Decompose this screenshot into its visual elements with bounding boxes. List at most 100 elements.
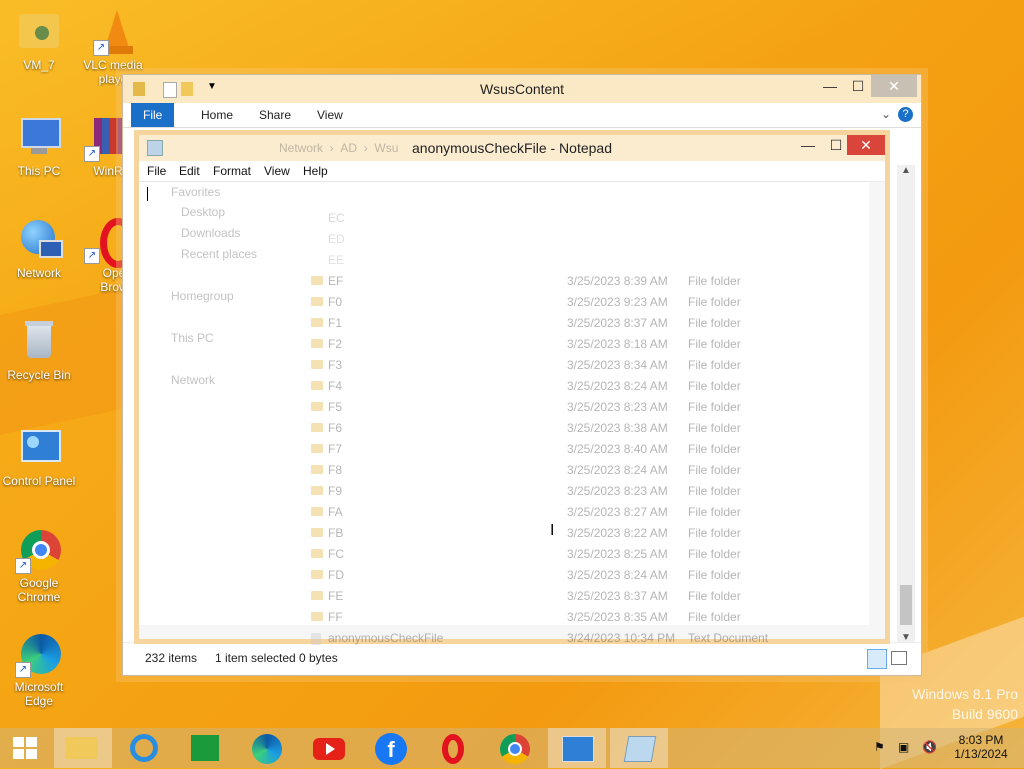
ghost-nav-this-pc: This PC (171, 331, 214, 345)
folder-icon (311, 423, 323, 432)
menu-help[interactable]: Help (303, 164, 328, 178)
folder-icon (311, 570, 323, 579)
folder-icon (311, 444, 323, 453)
desktop-icon-this-pc[interactable]: This PC (0, 114, 78, 178)
desktop-icon-chrome[interactable]: ↗ Google Chrome (0, 526, 78, 604)
ribbon-tab-share[interactable]: Share (247, 103, 303, 127)
folder-icon (311, 507, 323, 516)
ribbon-tabs: File Home Share View ⌄ ? (123, 103, 921, 128)
notepad-window[interactable]: Network › AD › Wsu anonymousCheckFile - … (134, 130, 890, 645)
row-name: FA (328, 505, 343, 519)
explorer-titlebar[interactable]: ▼ WsusContent — ☐ ✕ (123, 75, 921, 103)
taskbar-facebook[interactable]: f (362, 728, 420, 768)
row-name: anonymousCheckFile (328, 631, 444, 645)
notepad-vertical-scrollbar[interactable] (869, 181, 885, 625)
row-name: F0 (328, 295, 343, 309)
explorer-minimize-button[interactable]: — (815, 75, 845, 97)
large-icons-view-button[interactable] (891, 651, 907, 665)
explorer-vertical-scrollbar[interactable]: ▲ ▼ (897, 165, 915, 643)
notepad-horizontal-scrollbar[interactable] (139, 625, 885, 639)
details-view-button[interactable] (867, 649, 887, 669)
menu-file[interactable]: File (147, 164, 166, 178)
notepad-minimize-button[interactable]: — (793, 135, 823, 155)
menu-format[interactable]: Format (213, 164, 251, 178)
shortcut-arrow-icon: ↗ (84, 248, 100, 264)
notepad-close-button[interactable]: ✕ (847, 135, 885, 155)
ribbon-expand-icon[interactable]: ⌄ (881, 107, 891, 121)
folder-icon (311, 549, 323, 558)
ghost-nav-downloads: Downloads (181, 226, 241, 240)
folder-icon (311, 486, 323, 495)
row-type: File folder (688, 295, 741, 309)
ghost-nav-favorites: Favorites (171, 185, 221, 199)
row-name: F3 (328, 358, 343, 372)
volume-muted-icon[interactable]: 🔇 (922, 740, 937, 754)
network-tray-icon[interactable]: ▣ (898, 740, 909, 754)
folder-user-icon (15, 8, 63, 56)
row-name: F8 (328, 463, 343, 477)
taskbar-store[interactable] (176, 728, 234, 768)
explorer-title: WsusContent (479, 81, 565, 97)
text-caret (147, 187, 148, 201)
ribbon-tab-home[interactable]: Home (189, 103, 245, 127)
taskbar-internet-explorer[interactable] (116, 728, 174, 768)
status-item-count: 232 items (145, 651, 198, 665)
row-date: 3/25/2023 8:38 AM (567, 421, 668, 435)
taskbar-youtube[interactable] (300, 728, 358, 768)
desktop-icon-network[interactable]: Network (0, 216, 78, 280)
scroll-thumb[interactable] (900, 585, 912, 625)
folder-icon (311, 381, 323, 390)
ghost-nav-network: Network (171, 373, 216, 387)
row-type: File folder (688, 379, 741, 393)
facebook-icon: f (375, 733, 407, 765)
notepad-taskbar-icon (623, 736, 657, 762)
control-panel-taskbar-icon (562, 736, 594, 762)
opera-taskbar-icon (442, 734, 464, 764)
desktop-icon-edge[interactable]: ↗ Microsoft Edge (0, 630, 78, 708)
row-name: FC (328, 547, 344, 561)
row-type: File folder (688, 589, 741, 603)
taskbar-file-explorer[interactable] (54, 728, 112, 768)
row-type: File folder (688, 568, 741, 582)
row-name: FF (328, 610, 343, 624)
notepad-titlebar[interactable]: Network › AD › Wsu anonymousCheckFile - … (139, 135, 885, 161)
taskbar-opera[interactable] (424, 728, 482, 768)
ribbon-tab-file[interactable]: File (131, 103, 175, 127)
action-center-flag-icon[interactable]: ⚑ (874, 740, 885, 754)
desktop-icon-recycle-bin[interactable]: Recycle Bin (0, 318, 78, 382)
start-button[interactable] (0, 728, 58, 768)
edge-icon: ↗ (15, 630, 63, 678)
ghost-row-ed: ED (328, 232, 345, 246)
row-type: File folder (688, 316, 741, 330)
taskbar-notepad[interactable] (610, 728, 668, 768)
row-type: File folder (688, 358, 741, 372)
explorer-close-button[interactable]: ✕ (871, 75, 917, 97)
row-date: 3/25/2023 8:34 AM (567, 358, 668, 372)
row-date: 3/25/2023 9:23 AM (567, 295, 668, 309)
ghost-nav-desktop: Desktop (181, 205, 226, 219)
menu-edit[interactable]: Edit (179, 164, 200, 178)
ghost-nav-recent: Recent places (181, 247, 258, 261)
scroll-up-arrow-icon[interactable]: ▲ (897, 165, 915, 176)
menu-view[interactable]: View (264, 164, 290, 178)
shortcut-arrow-icon: ↗ (93, 40, 109, 56)
taskbar-control-panel[interactable] (548, 728, 606, 768)
taskbar-chrome[interactable] (486, 728, 544, 768)
row-date: 3/25/2023 8:24 AM (567, 463, 668, 477)
internet-explorer-icon (130, 734, 158, 762)
taskbar-edge[interactable] (238, 728, 296, 768)
shortcut-arrow-icon: ↗ (84, 146, 100, 162)
row-type: File folder (688, 547, 741, 561)
folder-icon (311, 276, 323, 285)
status-size: 0 bytes (299, 651, 338, 665)
explorer-maximize-button[interactable]: ☐ (843, 75, 873, 97)
desktop-icon-control-panel[interactable]: Control Panel (0, 424, 78, 488)
clock[interactable]: 8:03 PM 1/13/2024 (948, 733, 1014, 761)
desktop-icon-vm7[interactable]: VM_7 (0, 8, 78, 72)
row-name: F4 (328, 379, 343, 393)
row-date: 3/25/2023 8:23 AM (567, 400, 668, 414)
row-type: File folder (688, 421, 741, 435)
ribbon-tab-view[interactable]: View (305, 103, 355, 127)
help-icon[interactable]: ? (898, 107, 913, 122)
folder-icon (311, 402, 323, 411)
